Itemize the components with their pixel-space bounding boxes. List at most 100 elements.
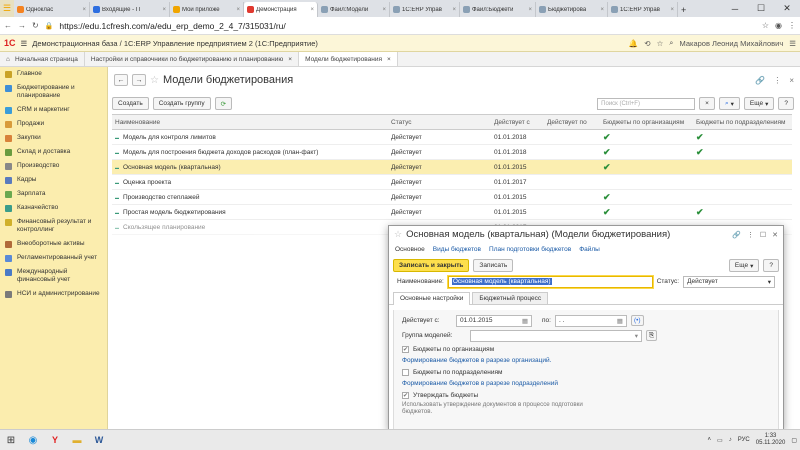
- file-explorer-icon[interactable]: ▬: [69, 432, 85, 448]
- create-button[interactable]: Создать: [112, 97, 149, 110]
- table-row[interactable]: ▬ Модель для контроля лимитов Действует 01.…: [112, 130, 792, 145]
- browser-tab[interactable]: Бюджетирова ×: [536, 2, 608, 17]
- valid-from-input[interactable]: 01.01.2015 ▦: [456, 314, 532, 327]
- back-icon[interactable]: ←: [4, 21, 12, 30]
- settings-icon[interactable]: ☰: [789, 39, 796, 48]
- sidebar-item[interactable]: Продажи: [0, 117, 107, 131]
- tab-settings[interactable]: Настройки и справочники по бюджетировани…: [85, 52, 300, 66]
- nav-link-main[interactable]: Основное: [395, 246, 425, 253]
- user-name[interactable]: Макаров Леонид Михайлович: [680, 39, 784, 48]
- tab-close-icon[interactable]: ×: [82, 7, 86, 13]
- network-icon[interactable]: ▭: [717, 437, 723, 444]
- history-icon[interactable]: ⟲: [644, 39, 650, 48]
- search-app-icon[interactable]: ⌕: [669, 38, 673, 48]
- tab-main-settings[interactable]: Основные настройки: [393, 292, 471, 305]
- create-group-button[interactable]: Создать группу: [152, 97, 211, 110]
- volume-icon[interactable]: ♪: [729, 437, 732, 443]
- save-button[interactable]: Записать: [473, 259, 514, 272]
- column-header-status[interactable]: Статус: [388, 115, 491, 129]
- column-header-name[interactable]: Наименование: [112, 115, 388, 129]
- tab-close-icon[interactable]: ×: [600, 7, 604, 13]
- browser-tab[interactable]: Мои приложе ×: [170, 2, 244, 17]
- period-select-button[interactable]: (•): [630, 315, 644, 326]
- tab-close-icon[interactable]: ×: [670, 7, 674, 13]
- close-icon[interactable]: ×: [387, 56, 391, 63]
- close-icon[interactable]: ✕: [772, 231, 778, 239]
- favorites-icon[interactable]: ☆: [657, 39, 664, 48]
- tab-close-icon[interactable]: ×: [528, 7, 532, 13]
- nav-link-files[interactable]: Файлы: [579, 246, 600, 253]
- url-field[interactable]: https://edu.1cfresh.com/a/edu_erp_demo_2…: [59, 21, 285, 31]
- favorite-star-icon[interactable]: ☆: [150, 75, 159, 86]
- save-and-close-button[interactable]: Записать и закрыть: [393, 259, 470, 272]
- tab-home[interactable]: ⌂ Начальная страница: [0, 52, 85, 66]
- tab-close-icon[interactable]: ×: [236, 7, 240, 13]
- tab-close-icon[interactable]: ×: [310, 7, 314, 13]
- language-indicator[interactable]: РУС: [738, 437, 750, 443]
- favorite-star-icon[interactable]: ☆: [394, 229, 402, 240]
- browser-tab[interactable]: 1С:ERP Управ ×: [390, 2, 460, 17]
- column-header-from[interactable]: Действует с: [491, 115, 544, 129]
- table-row[interactable]: ▬ Основная модель (квартальная) Действует 0…: [112, 160, 792, 175]
- calendar-icon[interactable]: ▦: [522, 317, 528, 325]
- forward-icon[interactable]: →: [18, 21, 26, 30]
- tab-budget-process[interactable]: Бюджетный процесс: [472, 292, 549, 304]
- table-row[interactable]: ▬ Модель для построения бюджета доходов р…: [112, 145, 792, 160]
- more-button[interactable]: Еще ▾: [743, 97, 775, 110]
- tab-close-icon[interactable]: ×: [162, 7, 166, 13]
- org-budgets-link[interactable]: Формирование бюджетов в разрезе организа…: [394, 355, 778, 366]
- reload-icon[interactable]: ↻: [32, 21, 39, 30]
- maximize-icon[interactable]: ☐: [760, 231, 766, 239]
- status-select[interactable]: Действует ▾: [683, 275, 775, 288]
- chevron-down-icon[interactable]: ▾: [635, 332, 638, 340]
- word-icon[interactable]: W: [91, 432, 107, 448]
- sidebar-item[interactable]: Главное: [0, 67, 107, 81]
- browser-tab[interactable]: Файл:Бюджети ×: [460, 2, 536, 17]
- sidebar-item[interactable]: Закупки: [0, 131, 107, 145]
- maximize-icon[interactable]: ☐: [748, 0, 774, 17]
- minimize-icon[interactable]: ─: [722, 0, 748, 17]
- close-icon[interactable]: ×: [288, 56, 292, 63]
- org-budgets-checkbox[interactable]: ✔: [402, 345, 409, 353]
- sidebar-item[interactable]: НСИ и администрирование: [0, 287, 107, 301]
- sidebar-item[interactable]: Внеоборотные активы: [0, 237, 107, 251]
- name-input[interactable]: Основная модель (квартальная): [447, 275, 653, 288]
- dep-budgets-link[interactable]: Формирование бюджетов в разрезе подразде…: [394, 378, 778, 389]
- browser-tab[interactable]: Входящие - П ×: [90, 2, 170, 17]
- clear-search-button[interactable]: ×: [699, 97, 715, 110]
- browser-tab[interactable]: Файл:Модели ×: [318, 2, 390, 17]
- column-header-dep[interactable]: Бюджеты по подразделениям: [693, 115, 792, 129]
- notifications-icon[interactable]: 🔔: [629, 39, 638, 48]
- profile-icon[interactable]: ◉: [775, 21, 782, 30]
- tab-budget-models[interactable]: Модели бюджетирования ×: [299, 52, 398, 66]
- column-header-to[interactable]: Действует по: [544, 115, 600, 129]
- table-row[interactable]: ▬ Простая модель бюджетирования Действует 0…: [112, 205, 792, 220]
- sidebar-item[interactable]: Финансовый результат и контроллинг: [0, 215, 107, 237]
- sidebar-item[interactable]: Зарплата: [0, 187, 107, 201]
- link-icon[interactable]: 🔗: [755, 76, 765, 85]
- nav-forward-button[interactable]: →: [132, 74, 146, 86]
- more-dots-icon[interactable]: ⋮: [747, 231, 754, 239]
- calendar-icon[interactable]: ▦: [617, 317, 623, 325]
- column-header-org[interactable]: Бюджеты по организациям: [600, 115, 693, 129]
- sidebar-item[interactable]: CRM и маркетинг: [0, 103, 107, 117]
- help-button[interactable]: ?: [778, 97, 794, 110]
- yandex-browser-icon[interactable]: Y: [47, 432, 63, 448]
- more-dots-icon[interactable]: ⋮: [773, 76, 781, 85]
- nav-link-prep-plan[interactable]: План подготовки бюджетов: [489, 246, 571, 253]
- dialog-help-button[interactable]: ?: [763, 259, 779, 272]
- nav-back-button[interactable]: ←: [114, 74, 128, 86]
- tray-up-arrow-icon[interactable]: ˄: [708, 437, 712, 443]
- table-row[interactable]: ▬ Оценка проекта Действует 01.01.2017: [112, 175, 792, 190]
- sidebar-item[interactable]: Производство: [0, 159, 107, 173]
- refresh-button[interactable]: ⟳: [214, 97, 233, 110]
- clock[interactable]: 1:33 05.11.2020: [756, 433, 786, 447]
- browser-tab[interactable]: Демонстрация ×: [244, 2, 318, 17]
- dep-budgets-checkbox[interactable]: [402, 368, 409, 376]
- open-group-button[interactable]: ⎘: [646, 330, 658, 341]
- browser-tab[interactable]: 1С:ERP Управ ×: [608, 2, 678, 17]
- new-tab-button[interactable]: +: [678, 2, 689, 17]
- tab-close-icon[interactable]: ×: [382, 7, 386, 13]
- close-icon[interactable]: ×: [789, 76, 794, 85]
- edge-icon[interactable]: ◉: [25, 432, 41, 448]
